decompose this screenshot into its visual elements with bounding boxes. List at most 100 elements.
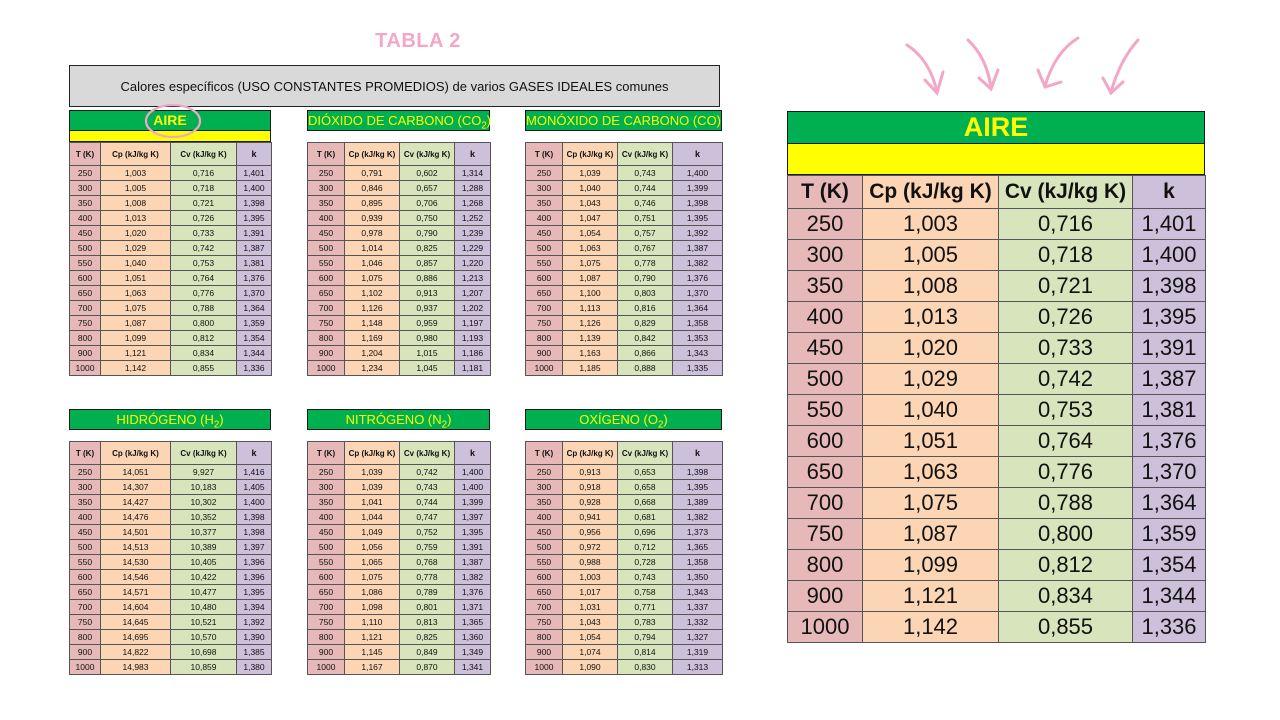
table-cell: 900 [525, 644, 563, 660]
table-cell: 14,546 [100, 569, 171, 585]
table-cell: 550 [307, 255, 345, 271]
table-cell: 1,100 [562, 285, 618, 301]
table-cell: 0,834 [998, 580, 1133, 612]
table-cell: 750 [787, 518, 863, 550]
table-cell: 0,743 [617, 569, 673, 585]
table-row: 250 0,791 0,602 1,314 [307, 165, 491, 181]
table-cell: 800 [307, 629, 345, 645]
table-cell: 900 [525, 345, 563, 361]
table-cell: 550 [525, 255, 563, 271]
table-cell: 0,753 [170, 255, 237, 271]
table-row: 1000 14,983 10,859 1,380 [69, 659, 272, 675]
table-cell: 900 [69, 345, 101, 361]
table-cell: 1,341 [454, 659, 491, 675]
table-cell: 1,268 [454, 195, 491, 211]
table-cell: 1,031 [562, 599, 618, 615]
table-cell: 1,110 [344, 614, 400, 630]
table-cell: 14,695 [100, 629, 171, 645]
table-header-row: T (K) Cp (kJ/kg K) Cv (kJ/kg K) k [525, 142, 723, 166]
table-row: 350 1,008 0,721 1,398 [69, 195, 272, 211]
table-cell: 650 [307, 584, 345, 600]
table-cell: 1,008 [862, 270, 999, 302]
table-cell: 0,657 [399, 180, 455, 196]
table-row: 450 1,020 0,733 1,391 [787, 332, 1206, 364]
table-cell: 0,825 [399, 240, 455, 256]
table-cell: 1,013 [100, 210, 171, 226]
table-cell: 600 [69, 270, 101, 286]
table-cell: 1,039 [344, 479, 400, 495]
data-table: T (K) Cp (kJ/kg K) Cv (kJ/kg K) k 250 1,039 0,… [307, 441, 491, 675]
column-header: T (K) [69, 142, 101, 166]
table-cell: 0,866 [617, 345, 673, 361]
table-cell: 500 [787, 363, 863, 395]
table-cell: 1,075 [100, 300, 171, 316]
table-cell: 1,400 [454, 479, 491, 495]
table-cell: 0,939 [344, 210, 400, 226]
table-row: 900 14,822 10,698 1,385 [69, 644, 272, 660]
table-row: 800 1,169 0,980 1,193 [307, 330, 491, 346]
table-cell: 1,336 [236, 360, 272, 376]
table-aire-enlarged: AIRE T (K) Cp (kJ/kg K) Cv (kJ/kg K) k 250 1,… [787, 111, 1206, 643]
table-cell: 10,570 [170, 629, 237, 645]
table-cell: 14,604 [100, 599, 171, 615]
table-cell: 1,003 [862, 208, 999, 240]
table-cell: 1,376 [1132, 425, 1206, 457]
table-cell: 500 [525, 539, 563, 555]
table-cell: 1,398 [236, 195, 272, 211]
table-row: 300 1,040 0,744 1,399 [525, 180, 723, 196]
table-cell: 0,768 [399, 554, 455, 570]
table-row: 250 1,039 0,743 1,400 [525, 165, 723, 181]
table-cell: 1,239 [454, 225, 491, 241]
table-cell: 0,928 [562, 494, 618, 510]
table-row: 250 1,003 0,716 1,401 [69, 165, 272, 181]
table-cell: 1,354 [236, 330, 272, 346]
table-header-row: T (K) Cp (kJ/kg K) Cv (kJ/kg K) k [525, 441, 723, 465]
table-cell: 0,721 [170, 195, 237, 211]
table-cell: 700 [787, 487, 863, 519]
table-cell: 0,870 [399, 659, 455, 675]
table-row: 550 1,075 0,778 1,382 [525, 255, 723, 271]
table-row: 900 1,121 0,834 1,344 [69, 345, 272, 361]
table-cell: 1,145 [344, 644, 400, 660]
table-cell: 0,726 [170, 210, 237, 226]
table-cell: 1,359 [236, 315, 272, 331]
table-cell: 1,365 [454, 614, 491, 630]
table-row: 650 14,571 10,477 1,395 [69, 584, 272, 600]
table-cell: 350 [307, 195, 345, 211]
table-cell: 1,013 [862, 301, 999, 333]
table-cell: 1,121 [344, 629, 400, 645]
table-row: 800 1,139 0,842 1,353 [525, 330, 723, 346]
table-cell: 1,395 [672, 210, 723, 226]
table-cell: 0,855 [170, 360, 237, 376]
table-cell: 1,075 [862, 487, 999, 519]
table-row: 700 1,126 0,937 1,202 [307, 300, 491, 316]
table-cell: 1,167 [344, 659, 400, 675]
table-cell: 1,400 [236, 494, 272, 510]
table-cell: 1,234 [344, 360, 400, 376]
table-cell: 14,571 [100, 584, 171, 600]
table-cell: 1,102 [344, 285, 400, 301]
table-cell: 1,319 [672, 644, 723, 660]
table-cell: 350 [525, 494, 563, 510]
table-row: 1000 1,167 0,870 1,341 [307, 659, 491, 675]
table-cell: 1,398 [672, 464, 723, 480]
table-cell: 800 [69, 629, 101, 645]
table-cell: 1,354 [1132, 549, 1206, 581]
table-cell: 0,753 [998, 394, 1133, 426]
table-cell: 0,972 [562, 539, 618, 555]
gas-title-aire-enlarged: AIRE [787, 111, 1205, 144]
table-cell: 1,126 [562, 315, 618, 331]
table-cell: 1,087 [562, 270, 618, 286]
table-cell: 10,389 [170, 539, 237, 555]
table-row: 600 1,075 0,886 1,213 [307, 270, 491, 286]
table-row: 300 0,918 0,658 1,395 [525, 479, 723, 495]
table-cell: 0,721 [998, 270, 1133, 302]
table-cell: 0,794 [617, 629, 673, 645]
table-cell: 300 [307, 479, 345, 495]
table-cell: 250 [307, 165, 345, 181]
table-cell: 1,020 [862, 332, 999, 364]
table-cell: 0,788 [170, 300, 237, 316]
table-cell: 600 [525, 270, 563, 286]
data-table: T (K) Cp (kJ/kg K) Cv (kJ/kg K) k 250 14,051 9… [69, 441, 272, 675]
table-cell: 550 [307, 554, 345, 570]
